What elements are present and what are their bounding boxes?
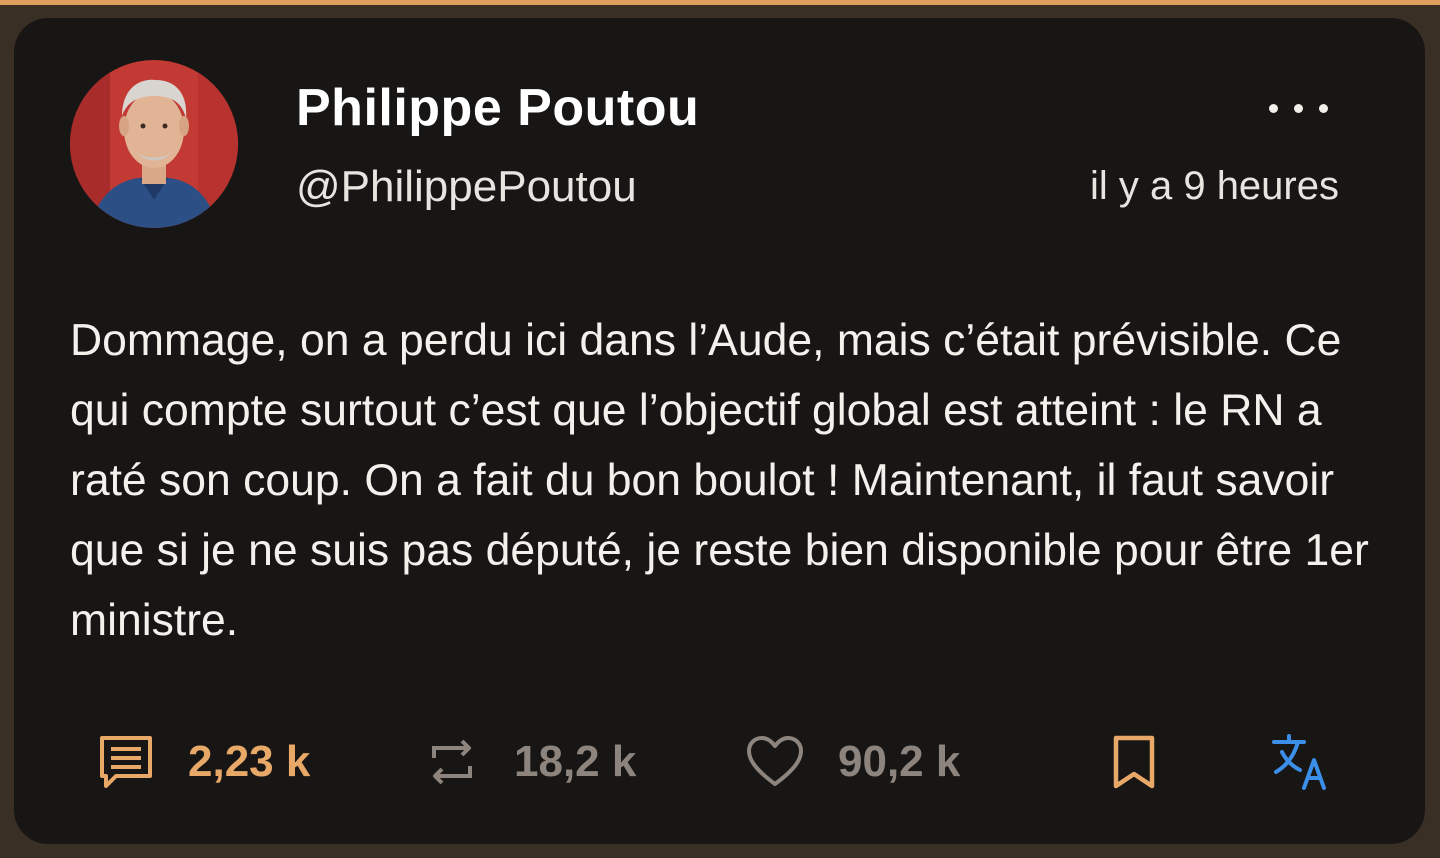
timestamp: il y a 9 heures [1089, 164, 1339, 208]
retweet-icon [432, 739, 472, 785]
top-accent-strip [0, 0, 1440, 5]
retweet-count: 18,2 k [514, 737, 637, 786]
translate-icon [1272, 734, 1326, 790]
retweet-button[interactable]: 18,2 k [424, 732, 636, 792]
more-options-icon [1318, 103, 1328, 113]
bookmark-icon [1113, 735, 1155, 789]
user-handle[interactable]: @PhilippePoutou [296, 162, 637, 212]
translate-button[interactable] [1270, 732, 1334, 792]
tweet-card[interactable]: Philippe Poutou @PhilippePoutou il y a 9… [14, 18, 1425, 844]
bookmark-button[interactable] [1110, 732, 1158, 792]
more-options-icon [1268, 103, 1278, 113]
like-button[interactable]: 90,2 k [746, 732, 960, 792]
heart-icon [747, 736, 803, 786]
more-options-button[interactable] [1258, 88, 1338, 128]
avatar[interactable] [70, 60, 238, 228]
profile-photo-icon [70, 60, 238, 228]
action-bar: 2,23 k 18,2 k 90,2 k [14, 718, 1425, 808]
reply-count: 2,23 k [188, 737, 311, 786]
display-name[interactable]: Philippe Poutou [296, 78, 699, 138]
reply-button[interactable]: 2,23 k [98, 732, 310, 792]
like-count: 90,2 k [838, 737, 961, 786]
tweet-text: Dommage, on a perdu ici dans l’Aude, mai… [70, 316, 1369, 645]
comment-icon [100, 736, 152, 788]
more-options-icon [1293, 103, 1303, 113]
